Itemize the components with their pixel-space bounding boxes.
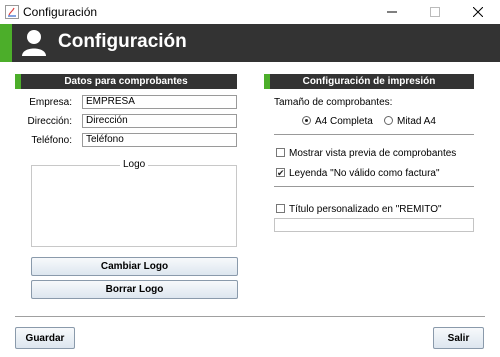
section-title: Configuración de impresión	[302, 76, 436, 87]
user-icon	[22, 30, 46, 56]
minimize-icon	[387, 11, 397, 13]
window-titlebar: Configuración	[0, 0, 500, 24]
logo-preview-box	[31, 165, 237, 247]
checkbox-titulo-personalizado[interactable]	[276, 204, 285, 213]
empresa-label: Empresa:	[29, 97, 72, 108]
checkbox-leyenda[interactable]: ✔	[276, 168, 285, 178]
footer-separator	[15, 316, 485, 317]
radio-mitad-a4[interactable]	[384, 116, 393, 125]
size-label: Tamaño de comprobantes:	[274, 97, 393, 108]
direccion-label: Dirección:	[27, 116, 72, 127]
checkbox-vista-previa-label[interactable]: Mostrar vista previa de comprobantes	[289, 148, 456, 159]
logo-legend: Logo	[120, 159, 149, 170]
window-title: Configuración	[23, 5, 98, 19]
close-button[interactable]	[464, 2, 492, 22]
header-title: Configuración	[58, 31, 187, 52]
empresa-field[interactable]: EMPRESA	[82, 95, 237, 109]
radio-a4-completa[interactable]	[302, 116, 311, 125]
telefono-field[interactable]: Teléfono	[82, 133, 237, 147]
section-accent	[264, 74, 270, 89]
header-accent	[0, 24, 12, 62]
delete-logo-button[interactable]: Borrar Logo	[31, 280, 238, 299]
maximize-button[interactable]	[421, 2, 449, 22]
header-banner: Configuración	[0, 24, 500, 62]
custom-title-input[interactable]	[274, 218, 474, 232]
checkbox-vista-previa[interactable]	[276, 148, 285, 157]
section-accent	[15, 74, 21, 89]
section-header-impresion: Configuración de impresión	[264, 74, 474, 89]
save-button[interactable]: Guardar	[15, 327, 75, 349]
radio-mitad-a4-label[interactable]: Mitad A4	[397, 116, 436, 127]
section-title: Datos para comprobantes	[64, 76, 188, 87]
telefono-label: Teléfono:	[31, 135, 72, 146]
separator	[274, 186, 474, 187]
radio-a4-completa-label[interactable]: A4 Completa	[315, 116, 373, 127]
checkbox-titulo-personalizado-label[interactable]: Título personalizado en "REMITO"	[289, 204, 442, 215]
close-icon	[473, 7, 483, 17]
minimize-button[interactable]	[378, 2, 406, 22]
maximize-icon	[430, 7, 440, 17]
separator	[274, 134, 474, 135]
exit-button[interactable]: Salir	[433, 327, 484, 349]
checkmark-icon: ✔	[277, 168, 285, 178]
section-header-datos: Datos para comprobantes	[15, 74, 237, 89]
checkbox-leyenda-label[interactable]: Leyenda "No válido como factura"	[289, 168, 440, 179]
java-app-icon	[5, 5, 19, 19]
change-logo-button[interactable]: Cambiar Logo	[31, 257, 238, 276]
direccion-field[interactable]: Dirección	[82, 114, 237, 128]
